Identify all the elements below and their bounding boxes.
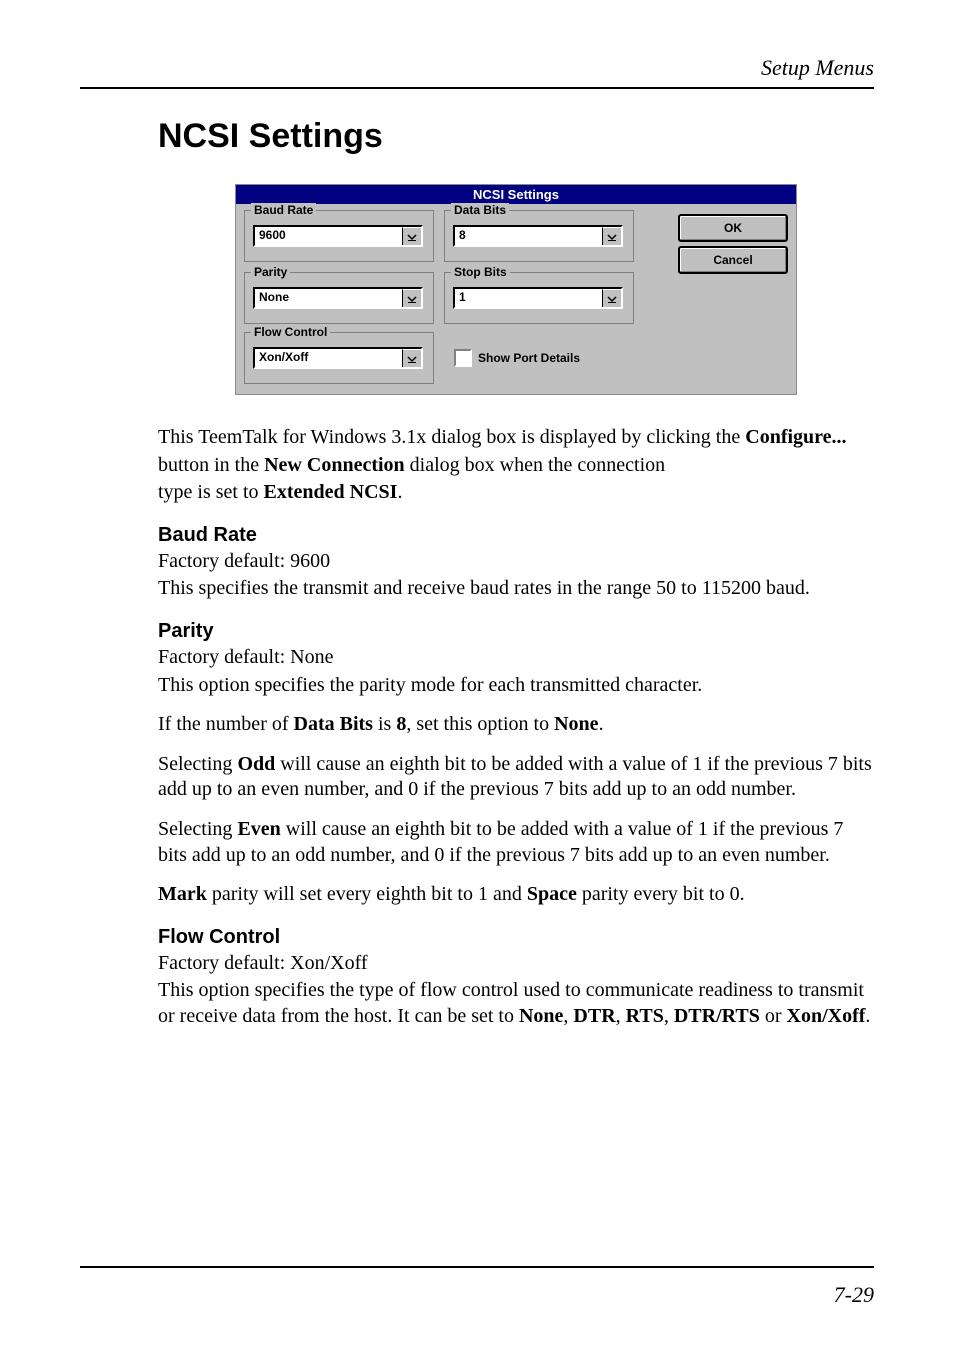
text: This TeemTalk for Windows 3.1x dialog bo…: [158, 426, 745, 448]
text-bold: DTR/RTS: [674, 1005, 760, 1027]
text: or: [760, 1005, 787, 1027]
flow-control-select[interactable]: Xon/Xoff: [253, 347, 423, 369]
text-bold: None: [554, 713, 598, 735]
text-bold: New Connection: [264, 454, 405, 476]
footer-divider: [80, 1266, 874, 1268]
parity-group: Parity None: [244, 272, 434, 324]
text-bold: Space: [527, 883, 577, 905]
text: .: [865, 1005, 870, 1027]
text-bold: Configure...: [745, 426, 846, 448]
dialog-title: NCSI Settings: [236, 185, 796, 204]
text: dialog box when the connection: [405, 454, 666, 476]
header-divider: [80, 87, 874, 89]
text-bold: DTR: [573, 1005, 615, 1027]
cancel-button[interactable]: Cancel: [678, 246, 788, 274]
intro-paragraph-3: type is set to Extended NCSI.: [158, 480, 874, 506]
parity-heading: Parity: [158, 620, 874, 643]
parity-odd: Selecting Odd will cause an eighth bit t…: [158, 752, 874, 803]
stop-bits-group: Stop Bits 1: [444, 272, 634, 324]
chevron-down-icon[interactable]: [402, 289, 421, 307]
flow-control-heading: Flow Control: [158, 926, 874, 949]
parity-mark-space: Mark parity will set every eighth bit to…: [158, 882, 874, 908]
data-bits-select[interactable]: 8: [453, 225, 623, 247]
baud-desc: This specifies the transmit and receive …: [158, 576, 874, 602]
text-bold: Extended NCSI: [264, 481, 398, 503]
text: If the number of: [158, 713, 294, 735]
intro-paragraph: This TeemTalk for Windows 3.1x dialog bo…: [158, 425, 874, 451]
parity-even: Selecting Even will cause an eighth bit …: [158, 817, 874, 868]
flow-default: Factory default: Xon/Xoff: [158, 951, 874, 977]
parity-select[interactable]: None: [253, 287, 423, 309]
stop-bits-value: 1: [455, 289, 602, 307]
parity-desc: This option specifies the parity mode fo…: [158, 673, 874, 699]
text-bold: Even: [237, 818, 280, 840]
text-bold: RTS: [626, 1005, 664, 1027]
chevron-down-icon[interactable]: [602, 289, 621, 307]
flow-control-value: Xon/Xoff: [255, 349, 402, 367]
show-port-details-checkbox[interactable]: Show Port Details: [454, 349, 580, 367]
baud-rate-select[interactable]: 9600: [253, 225, 423, 247]
text-bold: Odd: [237, 753, 275, 775]
text: .: [599, 713, 604, 735]
text: parity will set every eighth bit to 1 an…: [207, 883, 527, 905]
ncsi-settings-dialog: NCSI Settings Baud Rate 9600: [235, 184, 797, 395]
baud-default: Factory default: 9600: [158, 549, 874, 575]
show-port-details-label: Show Port Details: [478, 351, 580, 365]
page-title: NCSI Settings: [158, 117, 874, 156]
text: Selecting: [158, 818, 237, 840]
flow-control-label: Flow Control: [251, 325, 330, 339]
text: ,: [664, 1005, 674, 1027]
text-bold: Xon/Xoff: [787, 1005, 866, 1027]
parity-default: Factory default: None: [158, 645, 874, 671]
text: ,: [616, 1005, 626, 1027]
parity-value: None: [255, 289, 402, 307]
stop-bits-label: Stop Bits: [451, 265, 510, 279]
page-number: 7-29: [834, 1282, 874, 1308]
text-bold: 8: [396, 713, 406, 735]
text: Selecting: [158, 753, 237, 775]
chevron-down-icon[interactable]: [402, 349, 421, 367]
flow-desc: This option specifies the type of flow c…: [158, 978, 874, 1029]
text: is: [373, 713, 396, 735]
text: button in the: [158, 454, 264, 476]
text: .: [397, 481, 402, 503]
data-bits-group: Data Bits 8: [444, 210, 634, 262]
data-bits-value: 8: [455, 227, 602, 245]
text: ,: [563, 1005, 573, 1027]
running-header: Setup Menus: [80, 55, 874, 81]
intro-paragraph-2: button in the New Connection dialog box …: [158, 453, 874, 479]
chevron-down-icon[interactable]: [402, 227, 421, 245]
checkbox-icon: [454, 349, 472, 367]
text-bold: Mark: [158, 883, 207, 905]
text: type is set to: [158, 481, 264, 503]
parity-label: Parity: [251, 265, 290, 279]
baud-rate-heading: Baud Rate: [158, 524, 874, 547]
parity-none: If the number of Data Bits is 8, set thi…: [158, 712, 874, 738]
chevron-down-icon[interactable]: [602, 227, 621, 245]
text-bold: Data Bits: [294, 713, 373, 735]
ok-button[interactable]: OK: [678, 214, 788, 242]
flow-control-group: Flow Control Xon/Xoff: [244, 332, 434, 384]
text-bold: None: [519, 1005, 563, 1027]
text: parity every bit to 0.: [577, 883, 745, 905]
baud-rate-group: Baud Rate 9600: [244, 210, 434, 262]
text: , set this option to: [406, 713, 554, 735]
baud-rate-value: 9600: [255, 227, 402, 245]
stop-bits-select[interactable]: 1: [453, 287, 623, 309]
data-bits-label: Data Bits: [451, 203, 509, 217]
baud-rate-label: Baud Rate: [251, 203, 316, 217]
